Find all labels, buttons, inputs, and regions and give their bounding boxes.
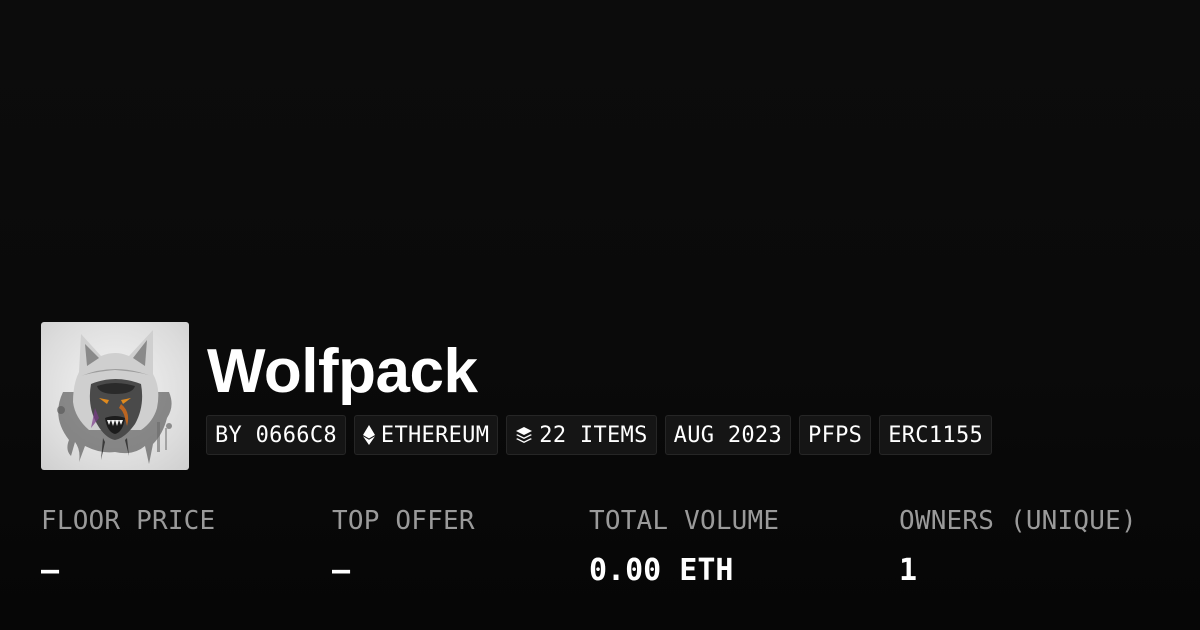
top-offer-value: – [332,553,351,588]
top-offer-stat: TOP OFFER – [332,504,475,588]
total-volume-value: 0.00 ETH [589,553,734,588]
layers-icon [516,427,533,443]
chain-tag[interactable]: ETHEREUM [353,415,499,455]
owners-stat: OWNERS (UNIQUE) 1 [899,504,1137,588]
items-tag[interactable]: 22 ITEMS [506,415,657,455]
category-label: PFPS [808,422,863,448]
collection-title: Wolfpack [207,337,478,406]
chain-label: ETHEREUM [380,422,490,448]
standard-tag: ERC1155 [879,415,993,455]
category-tag[interactable]: PFPS [799,415,872,455]
standard-label: ERC1155 [888,422,984,448]
total-volume-label: TOTAL VOLUME [589,506,780,536]
collection-thumbnail [41,322,189,470]
wolf-artwork [57,330,172,464]
top-offer-label: TOP OFFER [332,506,475,536]
floor-price-label: FLOOR PRICE [41,506,216,536]
floor-price-value: – [41,553,60,588]
date-tag: AUG 2023 [664,415,792,455]
creator-tag[interactable]: BY 0666C8 [206,415,346,455]
creator-label: BY 0666C8 [215,422,337,448]
floor-price-stat: FLOOR PRICE – [41,504,215,588]
owners-label: OWNERS (UNIQUE) [899,506,1137,536]
collection-tags: BY 0666C8 ETHEREUM 22 ITEMS AUG 2023 PFP… [206,415,993,455]
ethereum-icon [362,425,375,445]
total-volume-stat: TOTAL VOLUME 0.00 ETH [589,504,779,588]
date-label: AUG 2023 [673,422,783,448]
items-label: 22 ITEMS [539,422,648,448]
owners-value: 1 [899,553,918,588]
